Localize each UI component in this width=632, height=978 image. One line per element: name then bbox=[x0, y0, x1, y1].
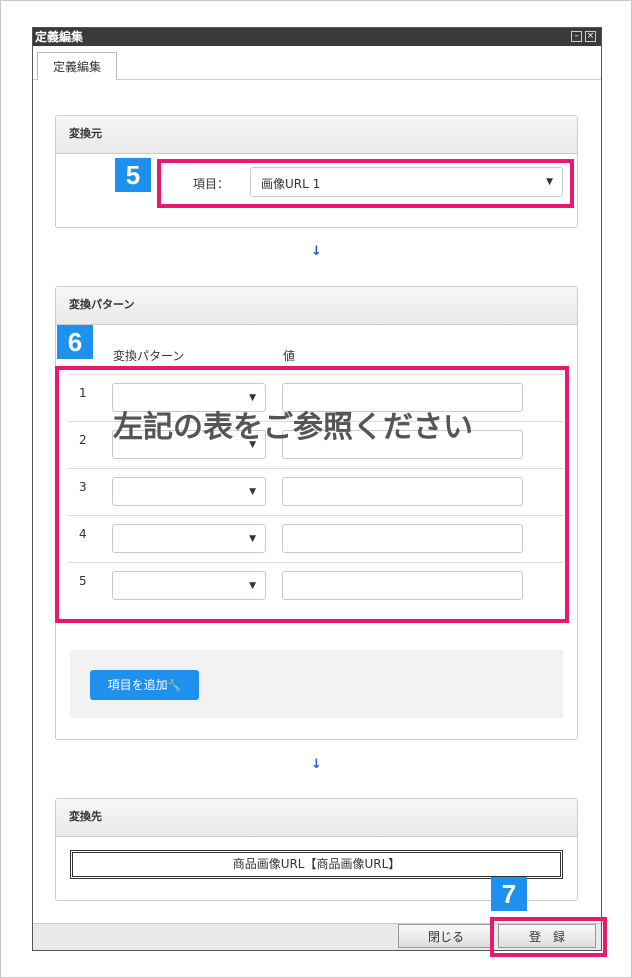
annotation-box-7 bbox=[490, 917, 607, 957]
source-field-select[interactable]: 画像URL 1 ▼ bbox=[250, 167, 563, 197]
minimize-icon[interactable]: – bbox=[571, 31, 582, 42]
add-item-button[interactable]: 項目を追加🔧 bbox=[90, 670, 199, 700]
window-title: 定義編集 bbox=[33, 28, 601, 46]
annotation-badge-5: 5 bbox=[115, 158, 151, 192]
arrow-down-icon: ↓ bbox=[311, 757, 322, 772]
dest-panel-header: 変換先 bbox=[56, 799, 577, 837]
col-header-pattern: 変換パターン bbox=[113, 349, 185, 363]
col-header-value: 値 bbox=[283, 349, 296, 363]
wrench-icon: 🔧 bbox=[167, 679, 182, 692]
arrow-down-icon: ↓ bbox=[311, 244, 322, 259]
chevron-down-icon: ▼ bbox=[546, 177, 553, 187]
tab-definition-edit[interactable]: 定義編集 bbox=[37, 52, 117, 81]
source-field-label: 項目： bbox=[193, 177, 230, 191]
annotation-overlay-text: 左記の表をご参照ください bbox=[113, 410, 473, 445]
tab-strip bbox=[33, 46, 601, 80]
close-button[interactable]: 閉じる bbox=[398, 924, 494, 948]
annotation-badge-7: 7 bbox=[491, 877, 527, 911]
annotation-badge-6: 6 bbox=[57, 325, 93, 359]
close-icon[interactable]: × bbox=[585, 31, 596, 42]
pattern-panel-header: 変換パターン bbox=[56, 287, 577, 325]
dest-value-field[interactable]: 商品画像URL【商品画像URL】 bbox=[70, 850, 563, 879]
source-panel-header: 変換元 bbox=[56, 116, 577, 154]
source-field-value: 画像URL 1 bbox=[261, 177, 321, 191]
